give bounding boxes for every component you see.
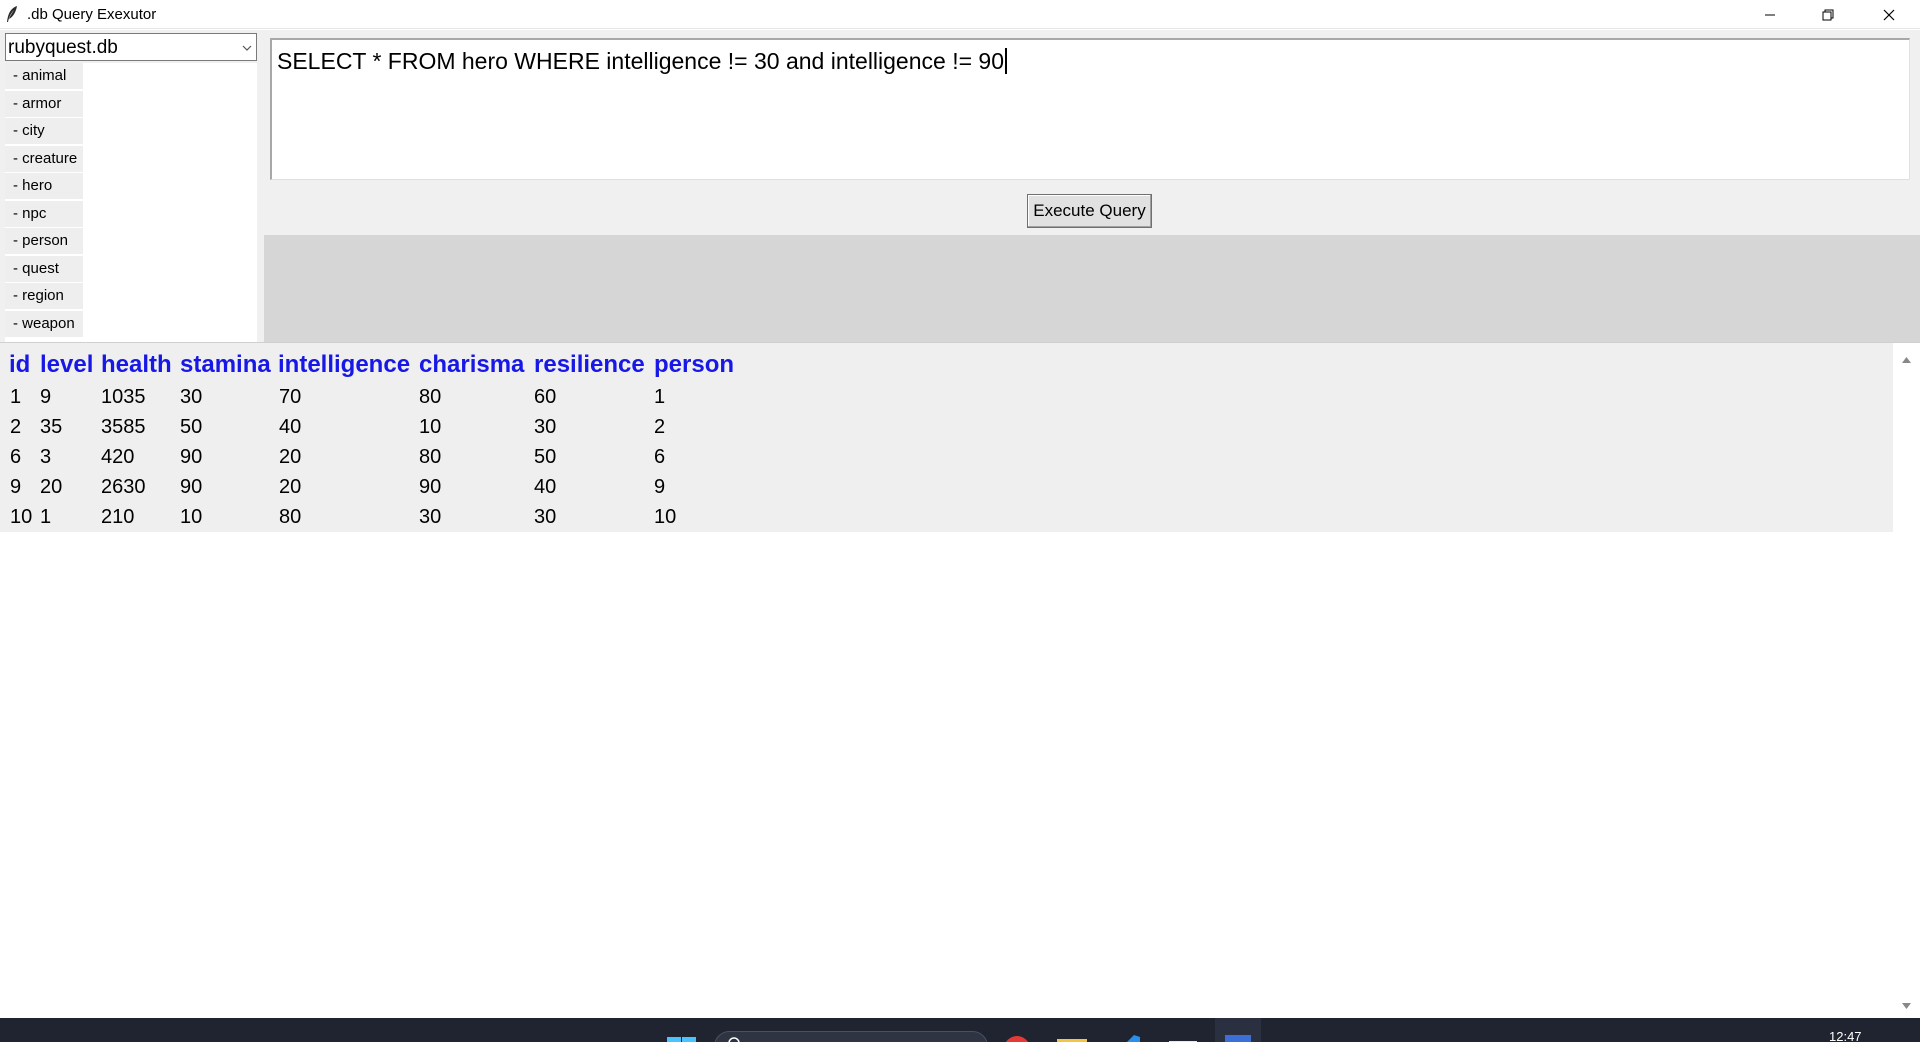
close-icon <box>1883 9 1894 20</box>
scroll-down-arrow-icon[interactable] <box>1901 997 1912 1015</box>
table-cell: 10 <box>654 506 677 528</box>
chrome-icon[interactable] <box>1003 1032 1031 1042</box>
table-cell: 1 <box>40 506 52 528</box>
table-cell: 3 <box>40 446 52 468</box>
column-header-resilience: resilience <box>534 351 645 378</box>
minimize-button[interactable] <box>1741 0 1799 29</box>
restore-button[interactable] <box>1799 0 1857 29</box>
query-editor-panel: SELECT * FROM hero WHERE intelligence !=… <box>264 30 1920 235</box>
table-cell: 30 <box>419 506 442 528</box>
table-cell: 70 <box>279 386 302 408</box>
terminal-icon[interactable] <box>1215 1018 1261 1042</box>
table-cell: 6 <box>654 446 666 468</box>
table-cell: 90 <box>180 476 203 498</box>
query-area: SELECT * FROM hero WHERE intelligence !=… <box>264 30 1920 342</box>
table-cell: 20 <box>279 446 302 468</box>
vertical-scrollbar[interactable] <box>1893 343 1920 1019</box>
table-cell: 80 <box>279 506 302 528</box>
column-header-level: level <box>40 351 94 378</box>
table-cell: 3585 <box>101 416 146 438</box>
close-button[interactable] <box>1857 0 1920 29</box>
table-cell: 60 <box>534 386 557 408</box>
execute-query-button[interactable]: Execute Query <box>1027 194 1152 228</box>
query-text: SELECT * FROM hero WHERE intelligence !=… <box>277 48 1004 74</box>
results-panel: id level health stamina intelligence cha… <box>0 342 1920 1019</box>
table-cell: 20 <box>279 476 302 498</box>
table-cell: 30 <box>180 386 203 408</box>
taskbar: 12:47 <box>0 1018 1920 1042</box>
windows-start-icon[interactable] <box>667 1034 697 1042</box>
table-item-creature[interactable]: - creature <box>5 145 83 172</box>
table-cell: 1 <box>654 386 666 408</box>
column-header-charisma: charisma <box>419 351 525 378</box>
table-cell: 6 <box>10 446 22 468</box>
table-cell: 9 <box>40 386 52 408</box>
table-list: - animal - armor - city - creature - her… <box>5 63 257 368</box>
table-item-armor[interactable]: - armor <box>5 90 83 117</box>
taskbar-clock[interactable]: 12:47 <box>1829 1029 1862 1042</box>
database-panel: rubyquest.db - animal - armor - city - c… <box>0 30 264 368</box>
table-cell: 1035 <box>101 386 146 408</box>
table-cell: 10 <box>180 506 203 528</box>
column-header-id: id <box>9 351 31 378</box>
minimize-icon <box>1765 14 1775 15</box>
table-item-animal[interactable]: - animal <box>5 63 83 89</box>
table-cell: 40 <box>534 476 557 498</box>
table-item-city[interactable]: - city <box>5 118 83 144</box>
scroll-up-arrow-icon[interactable] <box>1901 351 1912 369</box>
table-cell: 10 <box>419 416 442 438</box>
table-cell: 20 <box>40 476 63 498</box>
table-item-npc[interactable]: - npc <box>5 200 83 227</box>
table-cell: 50 <box>534 446 557 468</box>
table-item-weapon[interactable]: - weapon <box>5 310 83 337</box>
table-cell: 90 <box>419 476 442 498</box>
table-cell: 210 <box>101 506 135 528</box>
text-cursor <box>1005 48 1007 74</box>
table-cell: 80 <box>419 386 442 408</box>
table-item-region[interactable]: - region <box>5 283 83 309</box>
results-table: id level health stamina intelligence cha… <box>0 343 1893 532</box>
table-item-person[interactable]: - person <box>5 228 83 254</box>
title-bar: .db Query Exexutor <box>0 0 1920 29</box>
table-cell: 2630 <box>101 476 146 498</box>
table-cell: 35 <box>40 416 63 438</box>
search-bar[interactable] <box>714 1031 988 1042</box>
chevron-down-icon <box>241 41 253 59</box>
feather-icon <box>5 5 19 23</box>
table-item-hero[interactable]: - hero <box>5 173 83 199</box>
table-item-quest[interactable]: - quest <box>5 255 83 282</box>
column-header-stamina: stamina <box>180 351 271 378</box>
table-cell: 50 <box>180 416 203 438</box>
table-cell: 9 <box>654 476 666 498</box>
table-cell: 9 <box>10 476 22 498</box>
column-header-person: person <box>654 351 735 378</box>
window-title: .db Query Exexutor <box>27 6 157 23</box>
table-cell: 30 <box>534 506 557 528</box>
vscode-icon[interactable] <box>1118 1032 1140 1042</box>
table-cell: 90 <box>180 446 203 468</box>
file-explorer-icon[interactable] <box>1057 1034 1087 1042</box>
table-cell: 420 <box>101 446 135 468</box>
notepad-icon[interactable] <box>1169 1035 1197 1042</box>
table-cell: 1 <box>10 386 22 408</box>
query-input[interactable]: SELECT * FROM hero WHERE intelligence !=… <box>270 38 1910 180</box>
database-dropdown[interactable]: rubyquest.db <box>5 33 257 61</box>
restore-icon <box>1822 9 1834 20</box>
table-cell: 2 <box>10 416 22 438</box>
column-header-health: health <box>101 351 172 378</box>
table-cell: 40 <box>279 416 302 438</box>
table-cell: 30 <box>534 416 557 438</box>
column-header-intelligence: intelligence <box>278 351 411 378</box>
database-dropdown-value: rubyquest.db <box>8 37 118 58</box>
table-cell: 10 <box>10 506 33 528</box>
table-cell: 2 <box>654 416 666 438</box>
table-cell: 80 <box>419 446 442 468</box>
